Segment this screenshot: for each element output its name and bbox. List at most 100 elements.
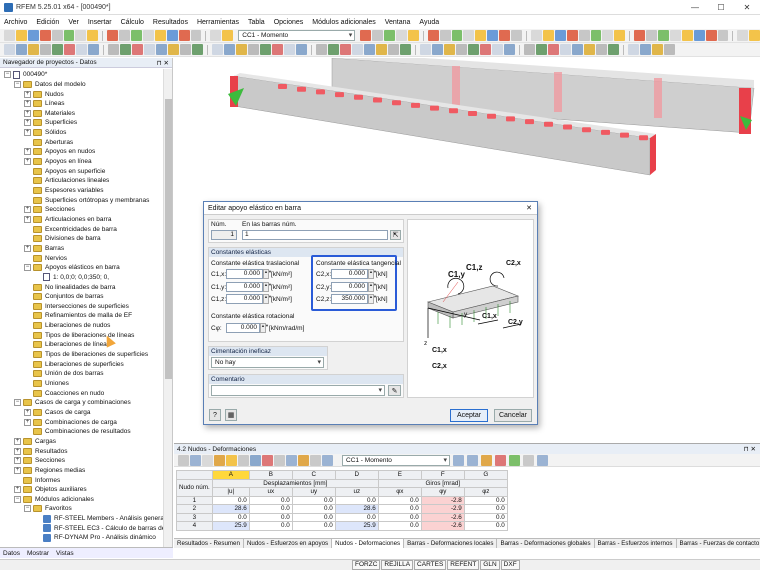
tree-node[interactable]: Liberaciones de superficies <box>24 359 124 369</box>
toolbar-button-icon[interactable] <box>427 30 439 41</box>
menu-item-5[interactable]: Resultados <box>153 19 188 26</box>
toolbar-button-icon[interactable] <box>634 30 646 41</box>
toolbar-button-icon[interactable] <box>212 44 223 55</box>
results-tab-2[interactable]: Nudos - Deformaciones <box>332 539 405 548</box>
toolbar-button-icon[interactable] <box>584 44 595 55</box>
tree-node[interactable]: Apoyos en superficie <box>24 166 105 176</box>
tree-node[interactable]: Aberturas <box>24 138 73 148</box>
toolbar-button-icon[interactable] <box>260 44 271 55</box>
column-letter[interactable]: A <box>211 470 250 480</box>
toolbar-button-icon[interactable] <box>340 44 351 55</box>
column-letter[interactable]: B <box>248 470 293 480</box>
results-nav-icon[interactable] <box>523 454 534 466</box>
collapse-icon[interactable]: − <box>24 264 31 272</box>
toolbar-button-icon[interactable] <box>360 30 372 41</box>
tree-node[interactable]: Coacciones en nudo <box>24 388 104 398</box>
toolbar-button-icon[interactable] <box>52 44 63 55</box>
translational-input[interactable]: 0.000 <box>226 294 263 304</box>
table-row[interactable]: 3 0.0 0.0 0.0 0.0 0.0 -2.6 0.0 <box>176 512 508 522</box>
comment-library-button[interactable]: ✎ <box>388 385 401 396</box>
toolbar-button-icon[interactable] <box>536 44 547 55</box>
toolbar-button-icon[interactable] <box>475 30 487 41</box>
tree-node[interactable]: + Articulaciones en barra <box>24 215 111 225</box>
tree-node[interactable]: + Materiales <box>24 109 75 119</box>
toolbar-button-icon[interactable] <box>372 30 384 41</box>
tree-node[interactable]: + Casos de carga <box>24 408 91 418</box>
ok-button[interactable]: Aceptar <box>450 409 488 422</box>
status-toggle-5[interactable]: DXF <box>500 560 520 570</box>
tree-node[interactable]: Tipos de liberaciones de líneas <box>24 331 134 341</box>
table-cell[interactable]: 0.0 <box>334 512 379 522</box>
tree-node[interactable]: + Combinaciones de carga <box>24 417 117 427</box>
results-nav-icon[interactable] <box>495 454 506 466</box>
toolbar-button-icon[interactable] <box>566 30 578 41</box>
toolbar-button-icon[interactable] <box>542 30 554 41</box>
toolbar-button-icon[interactable] <box>4 30 15 41</box>
results-close-icon[interactable]: ⊓ ✕ <box>744 445 756 453</box>
collapse-icon[interactable]: − <box>14 80 21 88</box>
menu-item-7[interactable]: Tabla <box>248 19 265 26</box>
comment-input[interactable] <box>211 385 385 396</box>
toolbar-button-icon[interactable] <box>63 30 75 41</box>
help-button[interactable]: ? <box>209 409 221 421</box>
toolbar-button-icon[interactable] <box>376 44 387 55</box>
table-cell[interactable]: -2.6 <box>420 512 465 522</box>
tree-node[interactable]: + Apoyos en línea <box>24 157 92 167</box>
tree-node[interactable]: + Secciones <box>24 205 75 215</box>
tree-node[interactable]: Articulaciones lineales <box>24 176 109 186</box>
tree-node[interactable]: Excentricidades de barra <box>24 224 117 234</box>
tree-node[interactable]: − Casos de carga y combinaciones <box>14 398 131 408</box>
table-cell[interactable]: 0.0 <box>377 512 422 522</box>
table-cell[interactable]: 0.0 <box>248 504 293 514</box>
toolbar-button-icon[interactable] <box>168 44 179 55</box>
toolbar-button-icon[interactable] <box>640 44 651 55</box>
cancel-button[interactable]: Cancelar <box>494 409 532 422</box>
tree-node[interactable]: + Barras <box>24 244 64 254</box>
toolbar-button-icon[interactable] <box>284 44 295 55</box>
table-cell[interactable]: 0.0 <box>463 504 508 514</box>
minimize-icon[interactable]: — <box>682 0 708 15</box>
tree-node[interactable]: RF-STEEL Members - Análisis general d <box>34 514 163 524</box>
menu-item-8[interactable]: Opciones <box>274 19 304 26</box>
column-letter[interactable]: G <box>463 470 508 480</box>
table-cell[interactable]: 0.0 <box>291 504 336 514</box>
toolbar-button-icon[interactable] <box>224 44 235 55</box>
expand-icon[interactable]: + <box>14 437 21 445</box>
expand-icon[interactable]: + <box>24 129 31 137</box>
tree-node[interactable]: + Resultados <box>14 446 68 456</box>
toolbar-button-icon[interactable] <box>652 44 663 55</box>
toolbar-button-icon[interactable] <box>669 30 681 41</box>
toolbar-button-icon[interactable] <box>420 44 431 55</box>
toolbar-button-icon[interactable] <box>492 44 503 55</box>
tree-node[interactable]: − 000490* <box>4 70 47 80</box>
toolbar-button-icon[interactable] <box>444 44 455 55</box>
toolbar-button-icon[interactable] <box>352 44 363 55</box>
toolbar-button-icon[interactable] <box>88 44 99 55</box>
results-nav-icon[interactable] <box>467 454 478 466</box>
collapse-icon[interactable]: − <box>24 505 31 513</box>
tree-node[interactable]: − Apoyos elásticos en barra <box>24 263 120 273</box>
toolbar-button-icon[interactable] <box>248 44 259 55</box>
table-cell[interactable]: 0.0 <box>211 512 250 522</box>
toolbar-button-icon[interactable] <box>16 44 27 55</box>
tree-node[interactable]: Liberaciones de líneas <box>24 340 110 350</box>
toolbar-button-icon[interactable] <box>132 44 143 55</box>
expand-icon[interactable]: + <box>14 447 21 455</box>
toolbar-button-icon[interactable] <box>178 30 190 41</box>
tree-node[interactable]: + Líneas <box>24 99 65 109</box>
toolbar-button-icon[interactable] <box>108 44 119 55</box>
results-toolbar-icon[interactable] <box>310 454 321 466</box>
table-row[interactable]: 2 28.6 0.0 0.0 28.6 0.0 -2.9 0.0 <box>176 504 508 514</box>
toolbar-button-icon[interactable] <box>384 30 395 41</box>
toolbar-button-icon[interactable] <box>107 30 119 41</box>
table-cell[interactable]: 25.9 <box>334 521 379 531</box>
toolbar-button-icon[interactable] <box>64 44 75 55</box>
tree-node[interactable]: RF-STEEL EC3 - Cálculo de barras de ac <box>34 524 163 534</box>
toolbar-button-icon[interactable] <box>664 44 675 55</box>
translational-input[interactable]: 0.000 <box>226 281 263 292</box>
results-nav-icon[interactable] <box>453 454 464 466</box>
tree-node[interactable]: + Apoyos en nudos <box>24 147 95 157</box>
toolbar-button-icon[interactable] <box>511 30 523 41</box>
tree-node[interactable]: Conjuntos de barras <box>24 292 104 302</box>
tree-node[interactable]: − Datos del modelo <box>14 80 86 90</box>
